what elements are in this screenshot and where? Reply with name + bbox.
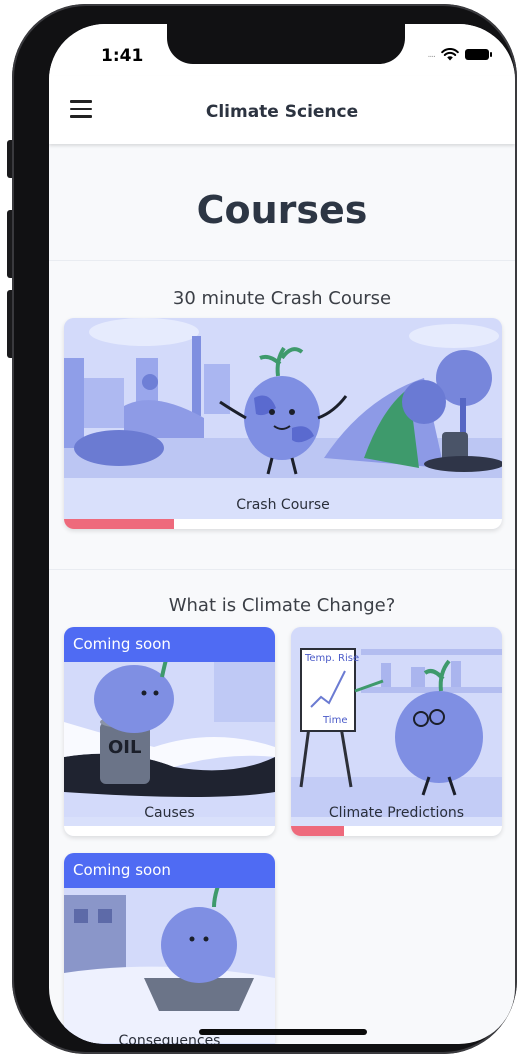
signal-icon: .... [427, 49, 437, 60]
app-screen: 1:41 .... Climate Science Courses 30 min… [49, 24, 515, 1044]
phone-frame: 1:41 .... Climate Science Courses 30 min… [12, 4, 517, 1054]
section-title-climate-change: What is Climate Change? [168, 595, 396, 616]
easel-label-temp: Temp. Rise [305, 653, 360, 664]
wifi-icon [441, 48, 459, 61]
app-title: Climate Science [205, 102, 359, 122]
progress-bar [64, 519, 502, 529]
page-title: Courses [196, 188, 368, 232]
progress-bar [291, 826, 502, 836]
course-card-crash-course[interactable]: Crash Course [64, 318, 502, 529]
phone-notch [167, 24, 405, 64]
course-card-label: Causes [144, 805, 195, 821]
app-header: Climate Science [49, 76, 515, 144]
status-time: 1:41 [101, 46, 144, 66]
battery-icon [465, 49, 492, 60]
progress-bar-fill [291, 826, 344, 836]
section-divider [49, 569, 515, 570]
course-card-consequences[interactable]: Coming soon Consequences [64, 853, 275, 1044]
coming-soon-badge: Coming soon [64, 627, 275, 662]
section-title-crash-course: 30 minute Crash Course [172, 288, 392, 309]
barrel-label: OIL [108, 737, 142, 758]
coming-soon-badge: Coming soon [64, 853, 275, 888]
progress-bar [64, 826, 275, 836]
section-divider [49, 260, 515, 261]
status-icons: .... [427, 48, 492, 61]
easel-label-time: Time [323, 715, 348, 726]
course-card-causes[interactable]: Coming soon OIL Causes [64, 627, 275, 836]
progress-bar-fill [64, 519, 174, 529]
crash-course-illustration [64, 318, 502, 478]
course-card-climate-predictions[interactable]: Temp. Rise Time Climate Predictions [291, 627, 502, 836]
course-card-label: Crash Course [236, 497, 330, 513]
courses-content[interactable]: Courses 30 minute Crash Course Crash Cou… [49, 144, 515, 1044]
course-card-label: Climate Predictions [328, 805, 465, 821]
home-indicator[interactable] [199, 1029, 367, 1035]
